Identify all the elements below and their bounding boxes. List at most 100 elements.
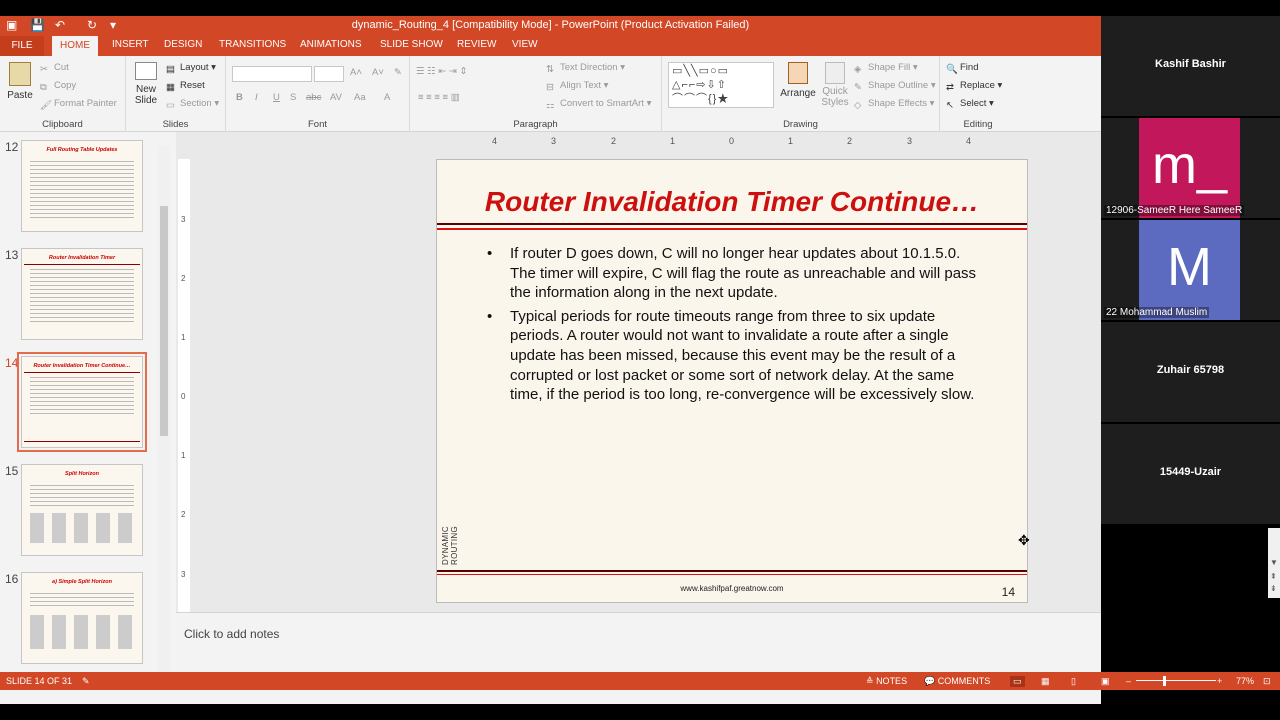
zoom-in-icon[interactable]: + (1217, 676, 1222, 686)
zoom-slider[interactable] (1136, 680, 1216, 681)
font-size-select[interactable] (314, 66, 344, 82)
slide-count: SLIDE 14 OF 31 (6, 676, 73, 686)
arrange-button[interactable]: Arrange (780, 62, 816, 99)
bullets-icon[interactable]: ☰ ☷ ⇤ ⇥ ⇕ (416, 66, 467, 77)
tab-home[interactable]: HOME (52, 36, 98, 56)
tab-animations[interactable]: ANIMATIONS (300, 39, 361, 50)
copy-button[interactable]: ⧉ Copy (40, 80, 76, 93)
ruler-tick: 2 (847, 136, 853, 146)
reset-button[interactable]: ▦ Reset (166, 80, 205, 93)
slides-group-label: Slides (162, 119, 189, 130)
zoom-slider-thumb[interactable] (1163, 676, 1166, 686)
underline-button[interactable]: U (273, 92, 280, 103)
shape-fill-button[interactable]: ◈ Shape Fill ▾ (854, 62, 918, 75)
new-slide-button[interactable]: New Slide (130, 62, 162, 106)
quick-styles-label-2: Styles (821, 97, 849, 108)
quick-styles-button[interactable]: Quick Styles (818, 62, 852, 108)
vertical-ruler: 3 2 1 0 1 2 3 (178, 159, 190, 614)
participant-tile[interactable]: 15449-Uzair (1101, 424, 1280, 524)
replace-label: Replace (960, 80, 995, 91)
text-direction-button[interactable]: ⇅ Text Direction ▾ (546, 62, 625, 75)
copy-icon: ⧉ (40, 82, 47, 93)
slide-canvas[interactable]: Router Invalidation Timer Continue… If r… (436, 159, 1028, 603)
align-text-button[interactable]: ⊟ Align Text ▾ (546, 80, 608, 93)
tab-review[interactable]: REVIEW (457, 39, 496, 50)
slideshow-icon[interactable]: ▣ (1101, 676, 1110, 687)
normal-view-icon[interactable]: ▭ (1010, 676, 1025, 687)
clipboard-group-label: Clipboard (42, 119, 83, 130)
tab-slide-show[interactable]: SLIDE SHOW (380, 39, 443, 50)
align-icons[interactable]: ≡ ≡ ≡ ≡ ▥ (418, 92, 460, 103)
increase-font-icon[interactable]: A˄ (350, 67, 362, 78)
font-color-button[interactable]: A (384, 92, 390, 103)
slide-title[interactable]: Router Invalidation Timer Continue… (437, 186, 1027, 218)
scroll-down-icon[interactable]: ▼ (1270, 558, 1278, 567)
shape-outline-button[interactable]: ✎ Shape Outline ▾ (854, 80, 936, 93)
bold-button[interactable]: B (236, 92, 243, 103)
new-slide-icon (135, 62, 157, 80)
participant-tile[interactable]: Zuhair 65798 (1101, 322, 1280, 422)
thumbnail-image[interactable]: Full Routing Table Updates (21, 140, 143, 232)
select-button[interactable]: ↖ Select ▾ (946, 98, 994, 111)
shapes-gallery[interactable]: ▭╲╲▭○▭ △⌐⌐⇨⇩⇧ ⌒⌒⌒{}★ (668, 62, 774, 108)
format-painter-button[interactable]: 🖌 Format Painter (40, 98, 117, 111)
reset-label: Reset (180, 80, 205, 91)
thumbnail-scrollbar-thumb[interactable] (160, 206, 168, 436)
change-case-button[interactable]: Aa (354, 92, 366, 103)
italic-button[interactable]: I (255, 92, 258, 103)
convert-smartart-button[interactable]: ⚏ Convert to SmartArt ▾ (546, 98, 651, 111)
thumbnail-image[interactable]: Split Horizon (21, 464, 143, 556)
layout-button[interactable]: ▤ Layout ▾ (166, 62, 216, 75)
tab-insert[interactable]: INSERT (112, 39, 149, 50)
slide-body[interactable]: If router D goes down, C will no longer … (487, 244, 987, 409)
character-spacing-button[interactable]: AV (330, 92, 342, 103)
find-button[interactable]: 🔍 Find (946, 62, 978, 75)
shape-effects-button[interactable]: ◇ Shape Effects ▾ (854, 98, 934, 111)
smartart-icon: ⚏ (546, 100, 555, 111)
tab-view[interactable]: VIEW (512, 39, 538, 50)
zoom-level[interactable]: 77% (1236, 676, 1254, 686)
comments-toggle-button[interactable]: 💬 COMMENTS (924, 676, 990, 687)
tab-design[interactable]: DESIGN (164, 39, 202, 50)
thumbnail-title: Split Horizon (65, 471, 99, 477)
cut-button[interactable]: ✂ Cut (40, 62, 69, 75)
reading-view-icon[interactable]: ▯ (1071, 676, 1076, 687)
find-label: Find (960, 62, 979, 73)
zoom-out-icon[interactable]: – (1126, 676, 1131, 686)
paint-bucket-icon: ◈ (854, 64, 862, 75)
slide-page-number: 14 (1001, 585, 1015, 599)
select-label: Select (960, 98, 987, 109)
notes-toggle-button[interactable]: ≙ NOTES (866, 676, 907, 687)
decrease-font-icon[interactable]: A˅ (372, 67, 384, 78)
thumbnail-footer-rule (24, 441, 140, 442)
strikethrough-button[interactable]: abc (306, 92, 321, 103)
thumbnail-image[interactable]: Router Invalidation Timer (21, 248, 143, 340)
fit-slide-icon[interactable]: ⊡ (1263, 676, 1271, 687)
ruler-tick: 3 (551, 136, 557, 146)
shadow-button[interactable]: S (290, 92, 296, 103)
thumbnail-image[interactable]: a) Simple Split Horizon (21, 572, 143, 664)
footer-rule-red (437, 574, 1027, 575)
next-slide-icon[interactable]: ⇟ (1270, 584, 1277, 593)
previous-slide-icon[interactable]: ⇞ (1270, 572, 1277, 581)
arrange-label: Arrange (780, 88, 816, 99)
replace-button[interactable]: ⇄ Replace ▾ (946, 80, 1002, 93)
participant-name: 15449-Uzair (1159, 466, 1222, 478)
font-group-label: Font (307, 119, 327, 130)
section-button[interactable]: ▭ Section ▾ (166, 98, 219, 111)
thumbnail-rule (24, 264, 140, 265)
tab-file[interactable]: FILE (0, 36, 44, 56)
thumbnail-title: Router Invalidation Timer Continue… (33, 363, 131, 369)
participant-tile[interactable]: Kashif Bashir (1101, 16, 1280, 116)
participant-tile[interactable]: m_ 12906-SameeR Here SameeR (1101, 118, 1280, 218)
tab-transitions[interactable]: TRANSITIONS (219, 39, 286, 50)
paste-button[interactable]: Paste (6, 62, 34, 101)
font-family-select[interactable] (232, 66, 312, 82)
participant-tile[interactable]: M 22 Mohammad Muslim (1101, 220, 1280, 320)
spellcheck-icon[interactable]: ✎ (82, 676, 90, 687)
clear-formatting-icon[interactable]: ✎ (394, 67, 402, 78)
thumbnail-image-selected[interactable]: Router Invalidation Timer Continue… (17, 352, 147, 452)
new-slide-label-2: Slide (134, 95, 158, 106)
editor-scrollbar[interactable]: ▼ ⇞ ⇟ (1268, 528, 1280, 598)
slide-sorter-icon[interactable]: ▦ (1041, 676, 1050, 687)
